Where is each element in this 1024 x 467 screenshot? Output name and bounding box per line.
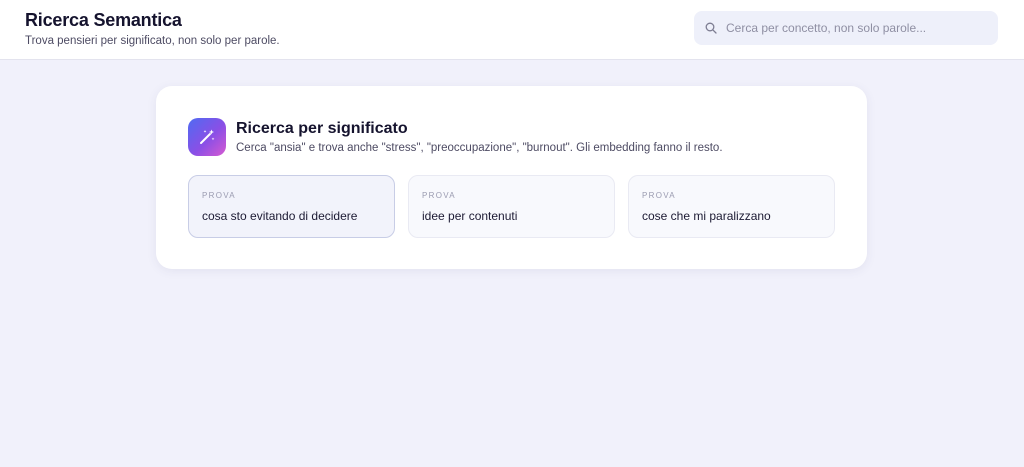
search-icon [704, 21, 718, 35]
page-title: Ricerca Semantica [25, 10, 182, 30]
search-bar[interactable] [694, 11, 998, 45]
suggestion-tag: PROVA [202, 191, 236, 200]
suggestion-text: cose che mi paralizzano [642, 209, 771, 223]
semantic-search-intro-card: Ricerca per significato Cerca "ansia" e … [156, 86, 867, 269]
suggestion-list: PROVA cosa sto evitando di decidere PROV… [188, 175, 836, 238]
page-subtitle: Trova pensieri per significato, non solo… [25, 35, 280, 47]
suggestion-card[interactable]: PROVA cosa sto evitando di decidere [188, 175, 395, 238]
magic-wand-icon [188, 118, 226, 156]
suggestion-card[interactable]: PROVA cose che mi paralizzano [628, 175, 835, 238]
suggestion-card[interactable]: PROVA idee per contenuti [408, 175, 615, 238]
card-description: Cerca "ansia" e trova anche "stress", "p… [236, 142, 723, 154]
suggestion-text: cosa sto evitando di decidere [202, 209, 358, 223]
card-title: Ricerca per significato [236, 120, 408, 137]
page-header: Ricerca Semantica Trova pensieri per sig… [0, 0, 1024, 60]
suggestion-tag: PROVA [642, 191, 676, 200]
suggestion-text: idee per contenuti [422, 209, 518, 223]
suggestion-tag: PROVA [422, 191, 456, 200]
search-input[interactable] [726, 21, 986, 35]
